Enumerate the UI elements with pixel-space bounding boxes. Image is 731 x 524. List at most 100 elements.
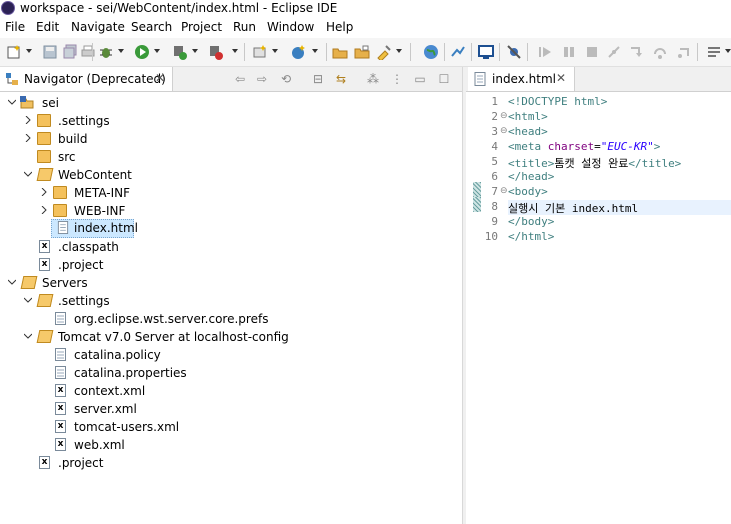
skip-breakpoints-icon[interactable]	[506, 44, 522, 60]
search-tool-icon[interactable]	[376, 44, 392, 60]
tree-item-label: .settings	[58, 294, 110, 308]
resume-icon[interactable]	[537, 44, 553, 60]
tree-item-label: web.xml	[74, 438, 125, 452]
tree-item-prefs[interactable]: org.eclipse.wst.server.core.prefs	[0, 310, 460, 328]
globe-icon[interactable]	[423, 44, 439, 60]
menu-window[interactable]: Window	[267, 20, 314, 34]
run-server-dropdown-icon[interactable]	[192, 49, 198, 53]
link-with-editor-icon[interactable]: ⇆	[333, 71, 349, 87]
expanded-arrow-icon[interactable]	[8, 98, 16, 106]
toggle-view-icon[interactable]	[706, 44, 722, 60]
tree-item-build[interactable]: build	[0, 130, 460, 148]
close-icon[interactable]: ✕	[155, 71, 165, 85]
tree-item-catalina-policy[interactable]: catalina.policy	[0, 346, 460, 364]
tree-item-servers-project[interactable]: x .project	[0, 454, 460, 472]
open-task-icon[interactable]	[354, 44, 370, 60]
menu-help[interactable]: Help	[326, 20, 353, 34]
disconnect-icon[interactable]	[606, 44, 622, 60]
tree-item-sei[interactable]: sei	[0, 94, 460, 112]
tree-item-context-xml[interactable]: x context.xml	[0, 382, 460, 400]
new-dropdown-icon[interactable]	[26, 49, 32, 53]
step-return-icon[interactable]	[676, 44, 692, 60]
tree-item-catalina-properties[interactable]: catalina.properties	[0, 364, 460, 382]
save-icon[interactable]	[42, 44, 58, 60]
tab-navigator[interactable]: Navigator (Deprecated) ✕	[0, 67, 173, 91]
back-icon[interactable]: ⇦	[232, 71, 248, 87]
stop-server-dropdown-icon[interactable]	[232, 49, 238, 53]
print-icon[interactable]	[80, 44, 96, 60]
run-server-icon[interactable]	[172, 44, 188, 60]
tree-item-servers[interactable]: Servers	[0, 274, 460, 292]
close-icon[interactable]: ✕	[556, 71, 566, 85]
new-java-project-icon[interactable]	[252, 44, 268, 60]
toolbar-separator	[326, 43, 327, 61]
run-dropdown-icon[interactable]	[154, 49, 160, 53]
tree-item-server-xml[interactable]: x server.xml	[0, 400, 460, 418]
run-icon[interactable]	[134, 44, 150, 60]
debug-dropdown-icon[interactable]	[118, 49, 124, 53]
expanded-arrow-icon[interactable]	[24, 170, 32, 178]
view-menu-icon[interactable]: ⋮	[389, 71, 405, 87]
new-class-dropdown-icon[interactable]	[312, 49, 318, 53]
folder-open-icon	[36, 330, 54, 343]
forward-icon[interactable]: ⇨	[254, 71, 270, 87]
suspend-icon[interactable]	[561, 44, 577, 60]
tree-item-settings[interactable]: .settings	[0, 112, 460, 130]
code-editor[interactable]: <!DOCTYPE html> <html> <head> <meta char…	[508, 92, 731, 524]
menu-file[interactable]: File	[5, 20, 25, 34]
search-dropdown-icon[interactable]	[396, 49, 402, 53]
minimize-icon[interactable]: ▭	[412, 71, 428, 87]
tree-item-index-html[interactable]: index.html	[51, 219, 138, 238]
collapsed-arrow-icon[interactable]	[40, 188, 48, 196]
next-annotation-icon[interactable]	[450, 44, 466, 60]
expanded-arrow-icon[interactable]	[24, 332, 32, 340]
stop-server-icon[interactable]	[208, 44, 224, 60]
collapsed-arrow-icon[interactable]	[24, 116, 32, 124]
menu-project[interactable]: Project	[181, 20, 222, 34]
tree-item-meta-inf[interactable]: META-INF	[0, 184, 460, 202]
tab-index-html[interactable]: index.html ✕	[468, 67, 575, 91]
collapse-all-icon[interactable]: ⊟	[310, 71, 326, 87]
toggle-view-dropdown-icon[interactable]	[725, 49, 731, 53]
tree-item-servers-settings[interactable]: .settings	[0, 292, 460, 310]
tree-item-web-inf[interactable]: WEB-INF	[0, 202, 460, 220]
terminate-icon[interactable]	[584, 44, 600, 60]
code-line: <body>	[508, 185, 548, 200]
step-over-icon[interactable]	[652, 44, 668, 60]
tree-item-webcontent[interactable]: WebContent	[0, 166, 460, 184]
new-icon[interactable]	[6, 44, 22, 60]
tree-item-tomcat-users-xml[interactable]: x tomcat-users.xml	[0, 418, 460, 436]
fold-collapse-icon[interactable]: ⊖	[500, 186, 508, 196]
open-type-icon[interactable]	[332, 44, 348, 60]
xml-file-icon: x	[39, 456, 50, 469]
expanded-arrow-icon[interactable]	[24, 296, 32, 304]
menu-search[interactable]: Search	[131, 20, 172, 34]
tree-item-tomcat-config[interactable]: Tomcat v7.0 Server at localhost-config	[0, 328, 460, 346]
collapsed-arrow-icon[interactable]	[24, 134, 32, 142]
step-into-icon[interactable]	[628, 44, 644, 60]
save-all-icon[interactable]	[62, 44, 78, 60]
line-number: 3	[491, 125, 498, 138]
menu-edit[interactable]: Edit	[36, 20, 59, 34]
menu-run[interactable]: Run	[233, 20, 256, 34]
go-into-icon[interactable]: ⟲	[278, 71, 294, 87]
new-java-dropdown-icon[interactable]	[272, 49, 278, 53]
menu-bar: File Edit Navigate Search Project Run Wi…	[0, 18, 731, 38]
new-class-icon[interactable]	[290, 44, 306, 60]
tree-item-web-xml[interactable]: x web.xml	[0, 436, 460, 454]
filter-icon[interactable]: ⁂	[365, 71, 381, 87]
terminal-icon[interactable]	[478, 44, 494, 60]
menu-navigate[interactable]: Navigate	[71, 20, 125, 34]
tree-item-classpath[interactable]: x .classpath	[0, 238, 460, 256]
line-number: 5	[491, 155, 498, 168]
folder-icon	[37, 114, 51, 127]
collapsed-arrow-icon[interactable]	[40, 206, 48, 214]
fold-collapse-icon[interactable]: ⊖	[500, 111, 508, 121]
fold-collapse-icon[interactable]: ⊖	[500, 126, 508, 136]
tree-item-label: sei	[42, 96, 59, 110]
tree-item-project[interactable]: x .project	[0, 256, 460, 274]
maximize-icon[interactable]: ☐	[436, 71, 452, 87]
expanded-arrow-icon[interactable]	[8, 278, 16, 286]
debug-icon[interactable]	[98, 44, 114, 60]
tree-item-src[interactable]: src	[0, 148, 460, 166]
